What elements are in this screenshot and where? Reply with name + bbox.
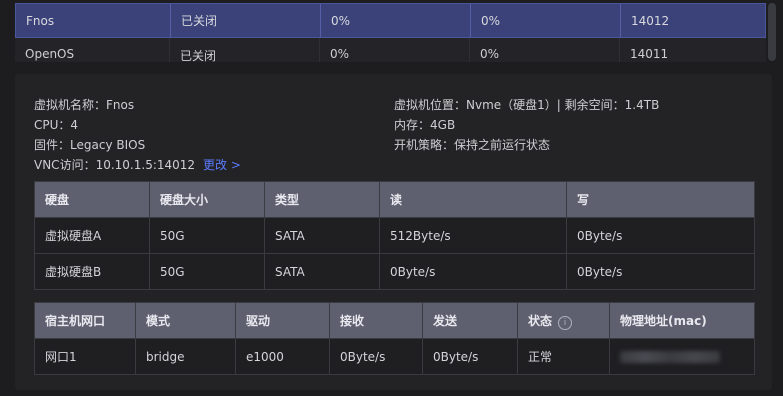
label: 虚拟机位置： xyxy=(394,98,467,112)
vm-cpu: 0% xyxy=(321,4,471,37)
vnc-change-link[interactable]: 更改 > xyxy=(203,158,241,172)
disk-write: 0Byte/s xyxy=(566,253,755,290)
disk-size: 50G xyxy=(149,253,265,290)
value: 4 xyxy=(70,118,79,132)
disk-name: 虚拟硬盘A xyxy=(34,217,150,254)
value: Legacy BIOS xyxy=(70,138,146,152)
header-status-label: 状态 xyxy=(528,313,553,328)
net-driver: e1000 xyxy=(235,338,330,375)
label: VNC访问： xyxy=(34,158,96,172)
disk-table-header: 硬盘 硬盘大小 类型 读 写 xyxy=(34,181,755,218)
vm-name: OpenOS xyxy=(15,38,170,62)
vm-port: 14011 xyxy=(630,47,669,61)
header-write: 写 xyxy=(566,181,755,218)
header-mode: 模式 xyxy=(135,302,236,339)
net-port: 网口1 xyxy=(34,338,136,375)
header-send: 发送 xyxy=(422,302,518,339)
vm-mem: 0% xyxy=(470,38,620,62)
net-receive: 0Byte/s xyxy=(329,338,423,375)
vm-list-scrollbar[interactable] xyxy=(768,3,776,61)
table-row: 网口1 bridge e1000 0Byte/s 0Byte/s 正常 xyxy=(34,338,755,375)
value: Fnos xyxy=(106,98,135,112)
disk-read: 0Byte/s xyxy=(379,253,567,290)
header-disk: 硬盘 xyxy=(34,181,150,218)
vm-mem: 0% xyxy=(471,4,621,37)
table-row: 虚拟硬盘A 50G SATA 512Byte/s 0Byte/s xyxy=(34,217,755,254)
disk-size: 50G xyxy=(149,217,265,254)
label: CPU： xyxy=(34,118,71,132)
vm-status: 已关闭 xyxy=(171,4,321,37)
vm-row-selected[interactable]: Fnos 已关闭 0% 0% 14012 xyxy=(15,3,766,38)
disk-read: 512Byte/s xyxy=(379,217,567,254)
disk-name: 虚拟硬盘B xyxy=(34,253,150,290)
label: 虚拟机名称： xyxy=(34,98,107,112)
network-table-header: 宿主机网口 模式 驱动 接收 发送 状态 i 物理地址(mac) xyxy=(34,302,755,339)
net-send: 0Byte/s xyxy=(422,338,518,375)
power-policy-info: 开机策略：保持之前运行状态 xyxy=(394,136,550,153)
header-host-port: 宿主机网口 xyxy=(34,302,136,339)
label: 固件： xyxy=(34,138,71,152)
header-receive: 接收 xyxy=(329,302,423,339)
disk-type: SATA xyxy=(264,253,380,290)
vm-detail-panel: 虚拟机名称：Fnos CPU：4 固件：Legacy BIOS VNC访问：10… xyxy=(15,74,772,390)
vm-name: Fnos xyxy=(16,4,171,37)
value: 4GB xyxy=(430,118,456,132)
cpu-info: CPU：4 xyxy=(34,116,78,133)
net-mac xyxy=(609,338,755,375)
table-row: 虚拟硬盘B 50G SATA 0Byte/s 0Byte/s xyxy=(34,253,755,290)
label: 开机策略： xyxy=(394,138,455,152)
header-read: 读 xyxy=(379,181,567,218)
location-info: 虚拟机位置：Nvme（硬盘1）| 剩余空间：1.4TB xyxy=(394,96,659,113)
header-driver: 驱动 xyxy=(235,302,330,339)
mac-address-redacted xyxy=(620,351,720,363)
value: Nvme（硬盘1）| 剩余空间：1.4TB xyxy=(466,98,660,112)
value: 保持之前运行状态 xyxy=(454,138,551,152)
vm-cpu: 0% xyxy=(320,38,470,62)
header-type: 类型 xyxy=(264,181,380,218)
value: 10.10.1.5:14012 xyxy=(95,158,196,172)
info-circle-icon[interactable]: i xyxy=(558,315,573,330)
vm-row[interactable]: OpenOS 已关闭 0% 0% 14011 xyxy=(15,38,766,62)
disk-table: 硬盘 硬盘大小 类型 读 写 虚拟硬盘A 50G SATA 512Byte/s … xyxy=(34,181,755,290)
net-mode: bridge xyxy=(135,338,236,375)
network-table: 宿主机网口 模式 驱动 接收 发送 状态 i 物理地址(mac) 网口1 brid… xyxy=(34,302,755,375)
vm-status: 已关闭 xyxy=(170,38,320,62)
vm-port: 14012 xyxy=(631,13,670,28)
header-status: 状态 i xyxy=(517,302,610,339)
memory-info: 内存：4GB xyxy=(394,116,455,133)
label: 内存： xyxy=(394,118,431,132)
disk-write: 0Byte/s xyxy=(566,217,755,254)
net-status: 正常 xyxy=(517,338,610,375)
firmware-info: 固件：Legacy BIOS xyxy=(34,136,145,153)
vm-name-info: 虚拟机名称：Fnos xyxy=(34,96,134,113)
header-mac: 物理地址(mac) xyxy=(609,302,755,339)
disk-type: SATA xyxy=(264,217,380,254)
header-disk-size: 硬盘大小 xyxy=(149,181,265,218)
vnc-info: VNC访问：10.10.1.5:14012 更改 > xyxy=(34,156,241,173)
